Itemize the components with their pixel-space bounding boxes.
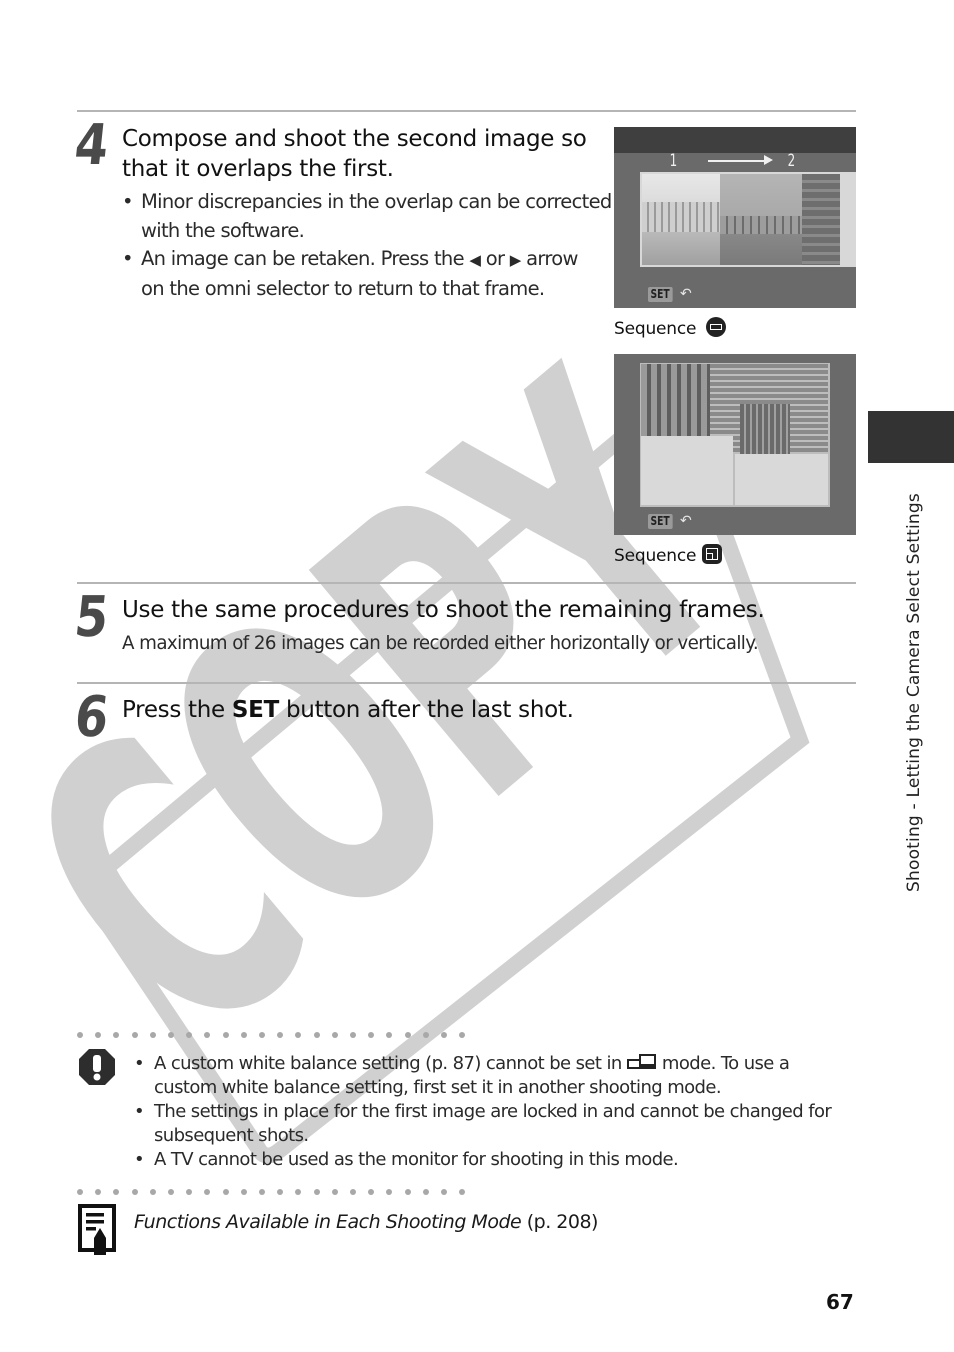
separator-dot (404, 1189, 411, 1195)
separator-dot (313, 1032, 320, 1038)
return-icon: ↶ (680, 286, 692, 302)
figure-caption-clockwise: Sequence (614, 544, 723, 567)
separator-dot (277, 1189, 284, 1195)
horizontal-sequence-icon (706, 317, 727, 337)
separator-dot (368, 1032, 375, 1038)
chapter-tab-marker (868, 411, 954, 463)
left-arrow-icon: ◀ (469, 251, 481, 269)
section-divider (77, 110, 856, 112)
separator-dot (368, 1189, 375, 1195)
dotted-separator (77, 1032, 477, 1040)
separator-dot (459, 1189, 466, 1195)
separator-dot (441, 1189, 447, 1195)
separator-dot (131, 1189, 138, 1195)
separator-dot (422, 1032, 429, 1038)
step-4-title-line2: that it overlaps the first. (122, 156, 394, 182)
step-4-title: Compose and shoot the second image so th… (122, 124, 587, 184)
reference-page: (p. 208) (521, 1211, 599, 1233)
reference-memo-icon (78, 1204, 116, 1256)
separator-dot (350, 1032, 356, 1038)
caution-icon (78, 1048, 116, 1086)
separator-dot (77, 1189, 83, 1195)
return-icon: ↶ (680, 513, 692, 529)
first-image-preview (641, 364, 711, 436)
separator-dot (441, 1032, 447, 1038)
separator-dot (404, 1032, 411, 1038)
step-number-4: 4 (71, 113, 110, 178)
separator-dot (186, 1032, 193, 1038)
empty-frame-4 (735, 454, 828, 505)
first-image-preview (642, 174, 720, 265)
separator-dot (422, 1189, 429, 1195)
separator-dot (204, 1189, 211, 1195)
separator-dot (331, 1189, 338, 1195)
preview-grid (640, 363, 830, 507)
dotted-separator (77, 1189, 477, 1197)
separator-dot (113, 1189, 120, 1195)
screen-header-bar (614, 127, 856, 153)
separator-dot (259, 1032, 265, 1038)
step-4-bullets: Minor discrepancies in the overlap can b… (122, 188, 612, 303)
step-number-5: 5 (71, 585, 110, 650)
caution-item: A TV cannot be used as the monitor for s… (134, 1148, 854, 1172)
caution-item: The settings in place for the first imag… (134, 1100, 854, 1148)
set-button-indicator: SET (648, 287, 673, 302)
section-divider (77, 682, 856, 684)
separator-dot (149, 1032, 156, 1038)
chapter-side-label: Shooting - Letting the Camera Select Set… (904, 493, 924, 892)
separator-dot (386, 1032, 393, 1038)
section-divider (77, 582, 856, 584)
separator-dot (186, 1189, 193, 1195)
step-5-title: Use the same procedures to shoot the rem… (122, 597, 765, 623)
separator-dot (459, 1032, 466, 1038)
separator-dot (113, 1032, 120, 1038)
figure-caption-horizontal: Sequence (614, 317, 727, 340)
camera-screen-horizontal: 1 2 SET ↶ (614, 127, 856, 308)
separator-dot (95, 1189, 102, 1195)
separator-dot (277, 1032, 284, 1038)
empty-frame-3 (641, 436, 733, 505)
sequence-arrow-line (708, 160, 768, 162)
separator-dot (222, 1032, 229, 1038)
step-4-bullet: An image can be retaken. Press the ◀ or … (122, 245, 612, 303)
page-number: 67 (826, 1290, 854, 1314)
reference-title[interactable]: Functions Available in Each Shooting Mod… (134, 1211, 522, 1233)
separator-dot (350, 1189, 356, 1195)
preview-frame-area (640, 172, 856, 267)
live-view-overlap (720, 174, 840, 265)
separator-dot (204, 1032, 211, 1038)
step-4-title-line1: Compose and shoot the second image so (122, 126, 587, 152)
reference-link[interactable]: Functions Available in Each Shooting Mod… (134, 1209, 598, 1235)
separator-dot (386, 1189, 393, 1195)
separator-dot (240, 1032, 247, 1038)
set-button-indicator: SET (648, 514, 673, 529)
caution-item: A custom white balance setting (p. 87) c… (134, 1052, 854, 1100)
right-arrow-icon: ▶ (509, 251, 522, 269)
camera-screen-clockwise: SET ↶ (614, 354, 856, 535)
stitch-assist-icon (626, 1054, 657, 1070)
separator-dot (259, 1189, 265, 1195)
clockwise-sequence-icon (702, 544, 723, 564)
step-number-6: 6 (71, 685, 110, 750)
separator-dot (295, 1032, 302, 1038)
frame-label-2: 2 (787, 151, 796, 171)
step-6-title: Press the SET button after the last shot… (122, 697, 574, 723)
separator-dot (77, 1032, 83, 1038)
separator-dot (331, 1032, 338, 1038)
separator-dot (222, 1189, 229, 1195)
separator-dot (131, 1032, 138, 1038)
step-5-body: A maximum of 26 images can be recorded e… (122, 632, 759, 654)
separator-dot (168, 1189, 174, 1195)
separator-dot (149, 1189, 156, 1195)
separator-dot (95, 1032, 102, 1038)
separator-dot (295, 1189, 302, 1195)
step-4-bullet: Minor discrepancies in the overlap can b… (122, 188, 612, 245)
set-button-label: SET (231, 697, 279, 723)
caution-list: A custom white balance setting (p. 87) c… (134, 1052, 854, 1172)
frame-label-1: 1 (669, 151, 678, 171)
separator-dot (240, 1189, 247, 1195)
separator-dot (313, 1189, 320, 1195)
sequence-arrow-head-icon (764, 155, 773, 165)
separator-dot (168, 1032, 174, 1038)
